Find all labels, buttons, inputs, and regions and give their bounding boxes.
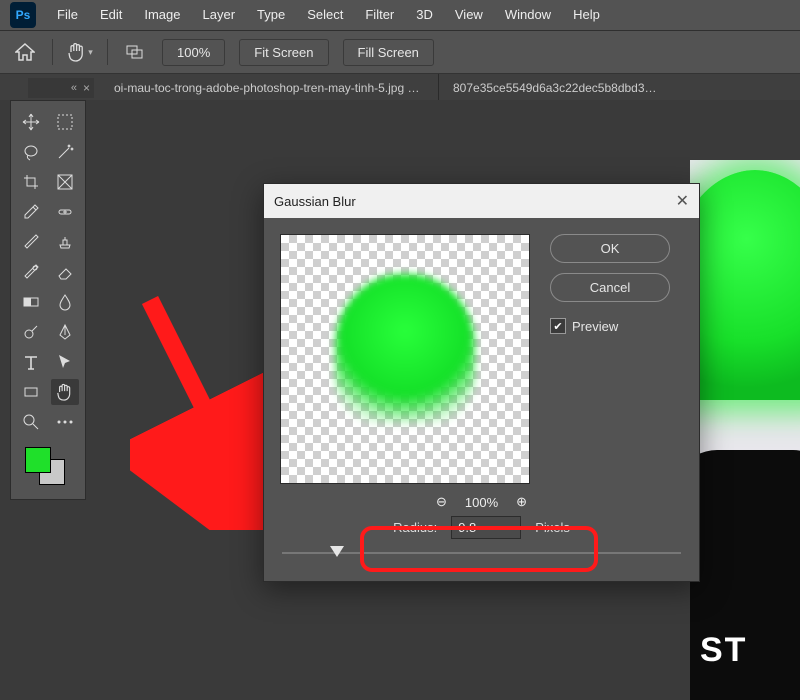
radius-input[interactable] (451, 516, 521, 539)
panel-collapse-strip[interactable]: « × (28, 78, 94, 98)
menu-file[interactable]: File (46, 0, 89, 30)
app-logo: Ps (10, 2, 36, 28)
zoom-level-display[interactable]: 100% (162, 39, 225, 66)
cancel-button[interactable]: Cancel (550, 273, 670, 302)
hand-tool[interactable] (51, 379, 79, 405)
fill-screen-button[interactable]: Fill Screen (343, 39, 434, 66)
menu-view[interactable]: View (444, 0, 494, 30)
rectangle-tool[interactable] (17, 379, 45, 405)
toolbox (10, 100, 86, 500)
tshirt-shape: ST (690, 450, 800, 700)
pen-tool[interactable] (51, 319, 79, 345)
type-tool[interactable] (17, 349, 45, 375)
marquee-tool[interactable] (51, 109, 79, 135)
menu-edit[interactable]: Edit (89, 0, 133, 30)
magic-wand-tool[interactable] (51, 139, 79, 165)
brush-tool[interactable] (17, 229, 45, 255)
zoom-percent: 100% (465, 495, 498, 510)
zoom-tool[interactable] (17, 409, 45, 435)
ok-button[interactable]: OK (550, 234, 670, 263)
gradient-tool[interactable] (17, 289, 45, 315)
path-selection-tool[interactable] (51, 349, 79, 375)
eyedropper-tool[interactable] (17, 199, 45, 225)
blur-preview[interactable] (280, 234, 530, 484)
foreground-color-swatch[interactable] (25, 447, 51, 473)
menu-type[interactable]: Type (246, 0, 296, 30)
fit-screen-button[interactable]: Fit Screen (239, 39, 328, 66)
frame-tool[interactable] (51, 169, 79, 195)
lasso-tool[interactable] (17, 139, 45, 165)
green-hair-shape (690, 170, 800, 400)
doc-tab-1[interactable]: oi-mau-toc-trong-adobe-photoshop-tren-ma… (100, 74, 439, 102)
radius-label: Radius: (393, 520, 437, 535)
preview-blob (335, 274, 475, 424)
crop-tool[interactable] (17, 169, 45, 195)
document-tabs: oi-mau-toc-trong-adobe-photoshop-tren-ma… (0, 74, 800, 102)
preview-checkbox[interactable]: ✔ (550, 318, 566, 334)
blur-tool[interactable] (51, 289, 79, 315)
menu-window[interactable]: Window (494, 0, 562, 30)
radius-slider[interactable] (282, 543, 681, 563)
gaussian-blur-dialog: Gaussian Blur ✕ OK Cancel ✔ Preview ⊖ 10… (263, 183, 700, 582)
red-arrow-annotation (130, 290, 280, 530)
doc-tab-2[interactable]: 807e35ce5549d6a3c22dec5b8dbd3… (439, 74, 671, 102)
hand-tool-icon[interactable]: ▾ (67, 39, 93, 65)
zoom-out-icon[interactable]: ⊖ (436, 494, 447, 510)
edit-toolbar[interactable] (51, 409, 79, 435)
menu-image[interactable]: Image (133, 0, 191, 30)
menu-3d[interactable]: 3D (405, 0, 444, 30)
home-icon[interactable] (12, 39, 38, 65)
collapse-icon: « (71, 82, 77, 94)
slider-thumb[interactable] (330, 546, 344, 557)
close-panel-icon[interactable]: × (83, 81, 90, 95)
menu-help[interactable]: Help (562, 0, 611, 30)
radius-unit: Pixels (535, 520, 570, 535)
document-image: ST (690, 160, 800, 700)
zoom-in-icon[interactable]: ⊕ (516, 494, 527, 510)
move-tool[interactable] (17, 109, 45, 135)
clone-stamp-tool[interactable] (51, 229, 79, 255)
preview-label: Preview (572, 319, 618, 334)
scroll-all-icon[interactable] (122, 39, 148, 65)
healing-brush-tool[interactable] (51, 199, 79, 225)
menu-filter[interactable]: Filter (354, 0, 405, 30)
menubar: Ps File Edit Image Layer Type Select Fil… (0, 0, 800, 31)
dialog-titlebar[interactable]: Gaussian Blur ✕ (264, 184, 699, 218)
options-bar: ▾ 100% Fit Screen Fill Screen (0, 31, 800, 74)
menu-select[interactable]: Select (296, 0, 354, 30)
history-brush-tool[interactable] (17, 259, 45, 285)
dodge-tool[interactable] (17, 319, 45, 345)
eraser-tool[interactable] (51, 259, 79, 285)
close-icon[interactable]: ✕ (676, 191, 689, 211)
dialog-title: Gaussian Blur (274, 194, 356, 209)
menu-layer[interactable]: Layer (192, 0, 247, 30)
color-swatches[interactable] (11, 445, 85, 489)
tshirt-text: ST (700, 631, 747, 670)
